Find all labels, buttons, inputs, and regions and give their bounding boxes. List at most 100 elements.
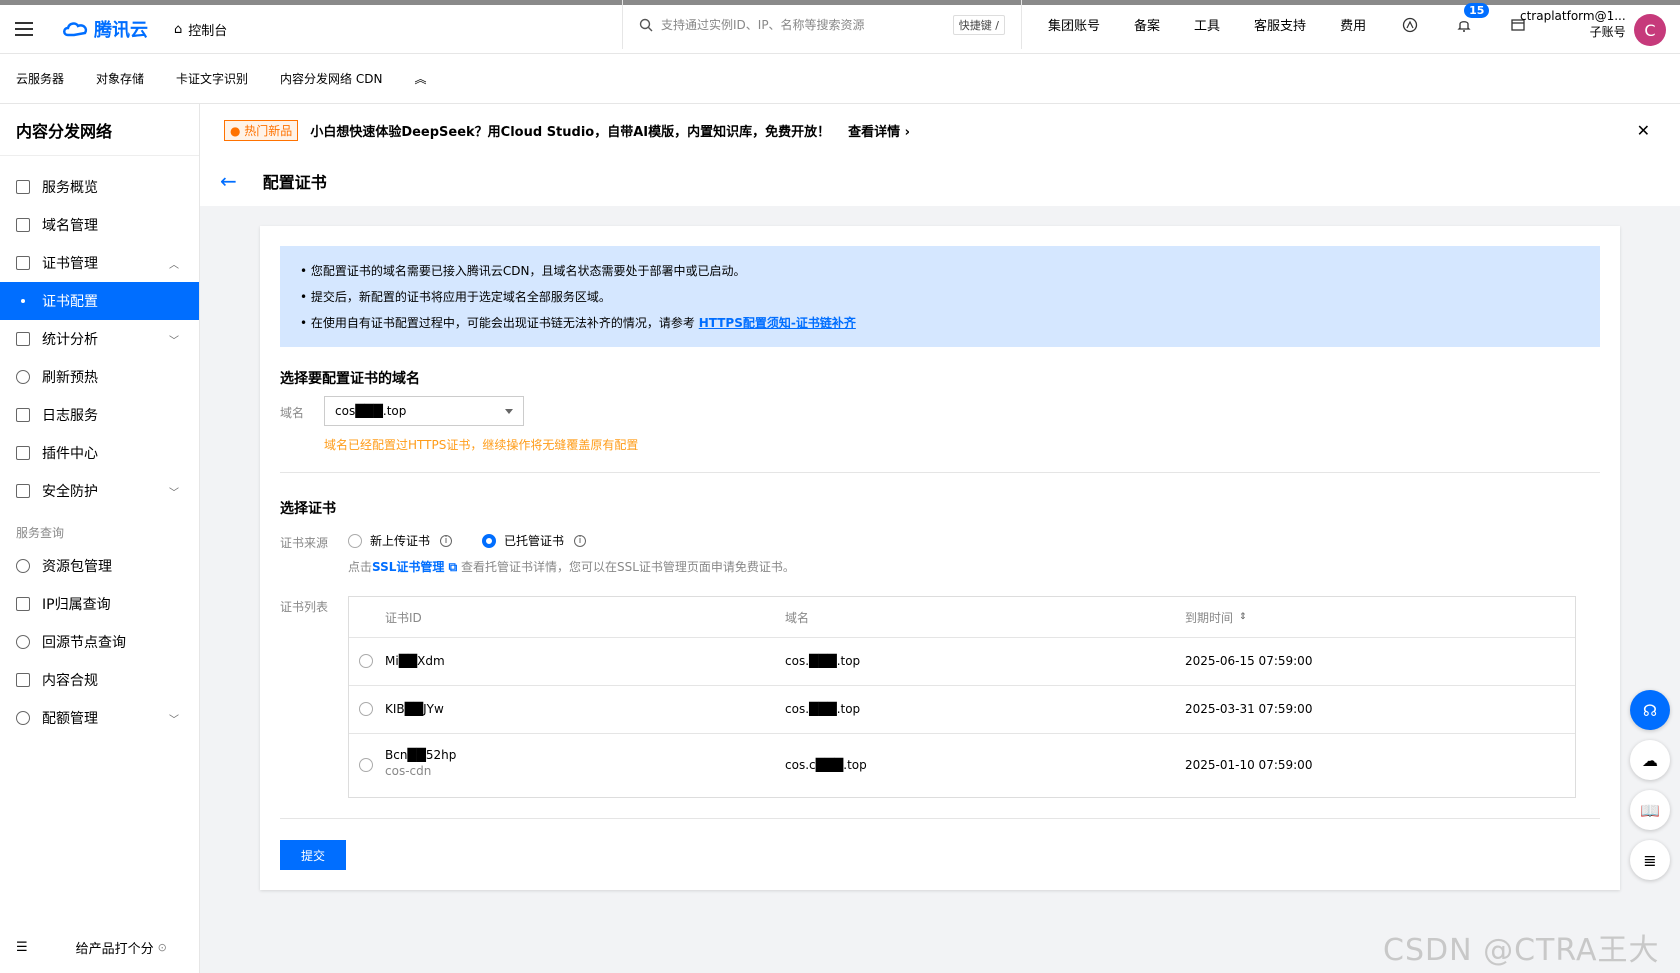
- chevron-down-icon: ﹀: [169, 487, 179, 499]
- info-icon[interactable]: i: [440, 534, 453, 547]
- sidebar-item-label: 证书管理: [42, 256, 98, 272]
- sidebar-item-domains[interactable]: 域名管理: [0, 206, 199, 244]
- sidebar-item-origin-nodes[interactable]: 回源节点查询: [0, 623, 199, 661]
- domain-select[interactable]: cos███.top: [324, 396, 524, 426]
- notification-badge: 15: [1464, 2, 1490, 18]
- shortcut-ocr[interactable]: 卡证文字识别: [176, 70, 248, 87]
- banner-more-link[interactable]: 查看详情 ›: [848, 121, 910, 140]
- sidebar-item-label: 服务概览: [42, 180, 98, 196]
- close-icon[interactable]: ✕: [1637, 121, 1650, 140]
- logo[interactable]: 腾讯云: [62, 16, 148, 42]
- chevron-down-icon: ﹀: [169, 335, 179, 347]
- cloud-upload-icon[interactable]: ☁: [1630, 740, 1670, 780]
- nav-group-account[interactable]: 集团账号: [1048, 15, 1100, 34]
- sidebar-item-compliance[interactable]: 内容合规: [0, 661, 199, 699]
- nav-billing[interactable]: 费用: [1340, 15, 1366, 34]
- global-search[interactable]: 支持通过实例ID、IP、名称等搜索资源 快捷键 /: [622, 0, 1022, 49]
- domain-icon: [16, 218, 30, 232]
- radio-new-cert-label[interactable]: 新上传证书: [370, 532, 430, 549]
- hint-prefix: 点击: [348, 560, 373, 574]
- hot-tag: ● 热门新品: [224, 119, 299, 141]
- ssl-manage-link[interactable]: SSL证书管理 ⧉: [372, 560, 457, 574]
- ai-assistant-icon[interactable]: [1400, 15, 1420, 35]
- image-icon: [16, 673, 30, 687]
- radio-managed-cert[interactable]: [482, 533, 497, 548]
- table-row[interactable]: Mi██Xdm cos.███.top 2025-06-15 07:59:00: [349, 637, 1575, 685]
- sidebar-item-security[interactable]: 安全防护 ﹀: [0, 472, 199, 510]
- book-icon[interactable]: 📖: [1630, 790, 1670, 830]
- info-icon[interactable]: i: [574, 534, 587, 547]
- top-nav-links: 集团账号 备案 工具 客服支持 费用 15: [1048, 0, 1528, 49]
- sidebar-item-stats[interactable]: 统计分析 ﹀: [0, 320, 199, 358]
- column-header-expire-label: 到期时间: [1185, 610, 1234, 625]
- sidebar-item-overview[interactable]: 服务概览: [0, 168, 199, 206]
- shortcut-bar: 云服务器 对象存储 卡证文字识别 内容分发网络 CDN ︽: [0, 54, 1680, 104]
- column-header-domain: 域名: [785, 610, 810, 625]
- list-icon[interactable]: ≣: [1630, 840, 1670, 880]
- sidebar-item-quota[interactable]: 配额管理 ﹀: [0, 699, 199, 737]
- sidebar-item-label: 回源节点查询: [42, 635, 126, 651]
- row-radio[interactable]: [359, 654, 373, 668]
- collapse-up-icon[interactable]: ︽: [414, 70, 426, 87]
- magnifier-icon: [16, 635, 30, 649]
- console-link[interactable]: ⌂ 控制台: [174, 20, 227, 39]
- radio-managed-cert-label[interactable]: 已托管证书: [504, 532, 564, 549]
- cert-source-label: 证书来源: [280, 536, 329, 550]
- sidebar-item-ip-lookup[interactable]: IP归属查询: [0, 585, 199, 623]
- cert-domain: cos.███.top: [785, 654, 861, 668]
- shortcut-cvm[interactable]: 云服务器: [16, 70, 64, 87]
- package-icon: [16, 559, 30, 573]
- cert-expire: 2025-06-15 07:59:00: [1185, 654, 1313, 668]
- nav-icp[interactable]: 备案: [1134, 15, 1160, 34]
- plugin-icon: [16, 446, 30, 460]
- sidebar-item-logs[interactable]: 日志服务: [0, 396, 199, 434]
- divider: [280, 472, 1600, 473]
- sidebar-item-label: 内容合规: [42, 673, 98, 689]
- sort-icon[interactable]: ⇕: [1239, 612, 1247, 622]
- sidebar-item-cert-mgmt[interactable]: 证书管理 ︿: [0, 244, 199, 282]
- shortcut-cdn[interactable]: 内容分发网络 CDN: [280, 70, 382, 87]
- shortcut-cos[interactable]: 对象存储: [96, 70, 144, 87]
- row-radio[interactable]: [359, 702, 373, 716]
- account-name: ctraplatform@1...: [1520, 9, 1626, 23]
- table-row[interactable]: KIB██JYw cos.███.top 2025-03-31 07:59:00: [349, 685, 1575, 733]
- sidebar-item-label: IP归属查询: [42, 597, 111, 613]
- row-radio[interactable]: [359, 758, 373, 772]
- sidebar-item-plugins[interactable]: 插件中心: [0, 434, 199, 472]
- sidebar-footer: ☰ 给产品打个分 ⊙: [0, 921, 200, 973]
- cert-id: Mi██Xdm: [385, 654, 445, 668]
- column-header-expire[interactable]: 到期时间 ⇕: [1185, 597, 1247, 637]
- avatar[interactable]: C: [1634, 14, 1666, 46]
- menu-icon[interactable]: [0, 5, 48, 53]
- back-arrow-icon[interactable]: ←: [220, 169, 237, 193]
- radio-new-cert[interactable]: [348, 533, 362, 548]
- cert-chain-link[interactable]: HTTPS配置须知-证书链补齐: [699, 316, 856, 330]
- cert-source-radios: 新上传证书 i 已托管证书 i: [348, 532, 587, 549]
- cert-domain: cos.███.top: [785, 702, 861, 716]
- page-header: ← 配置证书: [200, 156, 1680, 206]
- sidebar-item-label: 统计分析: [42, 332, 98, 348]
- nav-support[interactable]: 客服支持: [1254, 15, 1306, 34]
- sidebar-item-cert-config[interactable]: 证书配置: [0, 282, 199, 320]
- account-info[interactable]: ctraplatform@1... 子账号: [1520, 8, 1626, 40]
- sidebar-title: 内容分发网络: [0, 104, 199, 156]
- nav-tools[interactable]: 工具: [1194, 15, 1220, 34]
- grid-icon: [16, 180, 30, 194]
- customer-service-icon[interactable]: ☊: [1630, 690, 1670, 730]
- submit-button[interactable]: 提交: [280, 840, 346, 870]
- sidebar-item-packages[interactable]: 资源包管理: [0, 547, 199, 585]
- sidebar-item-refresh[interactable]: 刷新预热: [0, 358, 199, 396]
- sidebar-item-label: 日志服务: [42, 408, 98, 424]
- bar-chart-icon: [16, 332, 30, 346]
- hot-tag-label: 热门新品: [244, 123, 293, 138]
- notice-line: 在使用自有证书配置过程中，可能会出现证书链无法补齐的情况，请参考: [310, 316, 699, 330]
- collapse-sidebar-icon[interactable]: ☰: [16, 940, 28, 955]
- notice-line: 您配置证书的域名需要已接入腾讯云CDN，且域名状态需要处于部署中或已启动。: [310, 264, 746, 278]
- account-type: 子账号: [1589, 25, 1626, 39]
- logo-text: 腾讯云: [94, 20, 148, 41]
- sidebar-item-label: 安全防护: [42, 484, 98, 500]
- bell-icon[interactable]: 15: [1454, 2, 1490, 35]
- table-row[interactable]: Bcn██52hp cos-cdn cos.c███.top 2025-01-10…: [349, 733, 1575, 797]
- rate-product-button[interactable]: 给产品打个分 ⊙: [76, 938, 167, 957]
- cert-table: 证书ID 域名 到期时间 ⇕ Mi██Xdm cos.███.top 2025-0…: [348, 596, 1576, 798]
